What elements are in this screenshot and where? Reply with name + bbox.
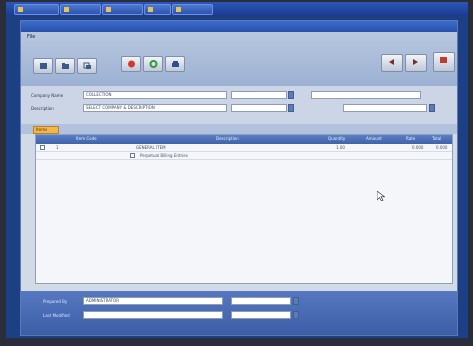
- modified-dropdown-button[interactable]: [293, 311, 299, 319]
- forward-button[interactable]: [405, 54, 427, 72]
- refresh-button[interactable]: [143, 56, 163, 72]
- print-button[interactable]: [165, 56, 185, 72]
- status-dropdown-button[interactable]: [429, 104, 435, 112]
- modified-by-field[interactable]: [83, 311, 223, 319]
- tab-strip: Items: [21, 124, 457, 134]
- prepared-dropdown-button[interactable]: [293, 297, 299, 305]
- grid-header-rate[interactable]: Rate: [406, 136, 415, 141]
- delete-button[interactable]: [121, 56, 141, 72]
- forward-icon: [413, 59, 418, 65]
- tab-items[interactable]: Items: [33, 126, 59, 134]
- taskbar: [6, 2, 468, 16]
- app-window: File Company Name COLLECTION Description…: [20, 20, 458, 336]
- company-label: Company Name: [31, 93, 64, 98]
- grid-header-code[interactable]: Item Code: [76, 136, 97, 141]
- items-grid[interactable]: Item Code Description Quantity Amount Ra…: [35, 134, 453, 284]
- table-row[interactable]: 1 GENERAL ITEM 1.00 0.000 0.000: [36, 144, 452, 152]
- company-code-field[interactable]: [231, 91, 287, 99]
- copy-button[interactable]: [77, 58, 97, 74]
- prepared-by-label: Prepared By: [43, 299, 68, 304]
- open-icon: [62, 63, 69, 69]
- description-label: Description: [31, 106, 54, 111]
- row-quantity: 1.00: [336, 145, 345, 150]
- date-field[interactable]: [311, 91, 421, 99]
- company-field[interactable]: COLLECTION: [83, 91, 227, 99]
- new-icon: [40, 63, 47, 69]
- exit-icon: [440, 57, 447, 63]
- open-button[interactable]: [55, 58, 75, 74]
- header-form: Company Name COLLECTION Description SELE…: [21, 86, 457, 124]
- taskbar-item-2[interactable]: [60, 4, 101, 15]
- table-row[interactable]: Perpetual Billing Entries: [36, 152, 452, 160]
- delete-icon: [128, 60, 135, 68]
- grid-header-total[interactable]: Total: [432, 136, 441, 141]
- description-code-field[interactable]: [231, 104, 287, 112]
- print-icon: [172, 61, 179, 67]
- desktop-screen: File Company Name COLLECTION Description…: [6, 2, 468, 338]
- status-field[interactable]: [343, 104, 427, 112]
- copy-icon: [83, 62, 91, 69]
- prepared-by-field[interactable]: ADMINISTRATOR: [83, 297, 223, 305]
- row-description: Perpetual Billing Entries: [140, 153, 188, 158]
- modified-date-field[interactable]: [231, 311, 291, 319]
- footer-form: Prepared By ADMINISTRATOR Last Modified: [21, 291, 457, 335]
- back-button[interactable]: [381, 54, 403, 72]
- mouse-pointer-icon: [377, 191, 385, 201]
- prepared-date-field[interactable]: [231, 297, 291, 305]
- toolbar: File: [21, 32, 457, 86]
- refresh-icon: [149, 60, 158, 68]
- row-total: 0.000: [436, 145, 448, 150]
- taskbar-item-1[interactable]: [14, 4, 59, 15]
- back-icon: [389, 59, 394, 65]
- taskbar-item-4[interactable]: [144, 4, 171, 15]
- new-button[interactable]: [33, 58, 53, 74]
- row-checkbox[interactable]: [40, 145, 45, 150]
- row-code: 1: [56, 145, 59, 150]
- grid-header: Item Code Description Quantity Amount Ra…: [36, 135, 452, 144]
- grid-header-quantity[interactable]: Quantity: [328, 136, 345, 141]
- grid-header-amount[interactable]: Amount: [366, 136, 382, 141]
- company-dropdown-button[interactable]: [288, 91, 294, 99]
- modified-label: Last Modified: [43, 313, 70, 318]
- row-description: GENERAL ITEM: [136, 145, 166, 150]
- row-checkbox[interactable]: [130, 153, 135, 158]
- grid-header-description[interactable]: Description: [216, 136, 239, 141]
- row-rate: 0.000: [412, 145, 424, 150]
- taskbar-item-5[interactable]: [172, 4, 213, 15]
- exit-button[interactable]: [433, 52, 455, 72]
- taskbar-item-3[interactable]: [102, 4, 143, 15]
- menu-file[interactable]: File: [27, 34, 35, 40]
- description-dropdown-button[interactable]: [288, 104, 294, 112]
- window-titlebar: [21, 21, 457, 32]
- description-field[interactable]: SELECT COMPANY & DESCRIPTION: [83, 104, 227, 112]
